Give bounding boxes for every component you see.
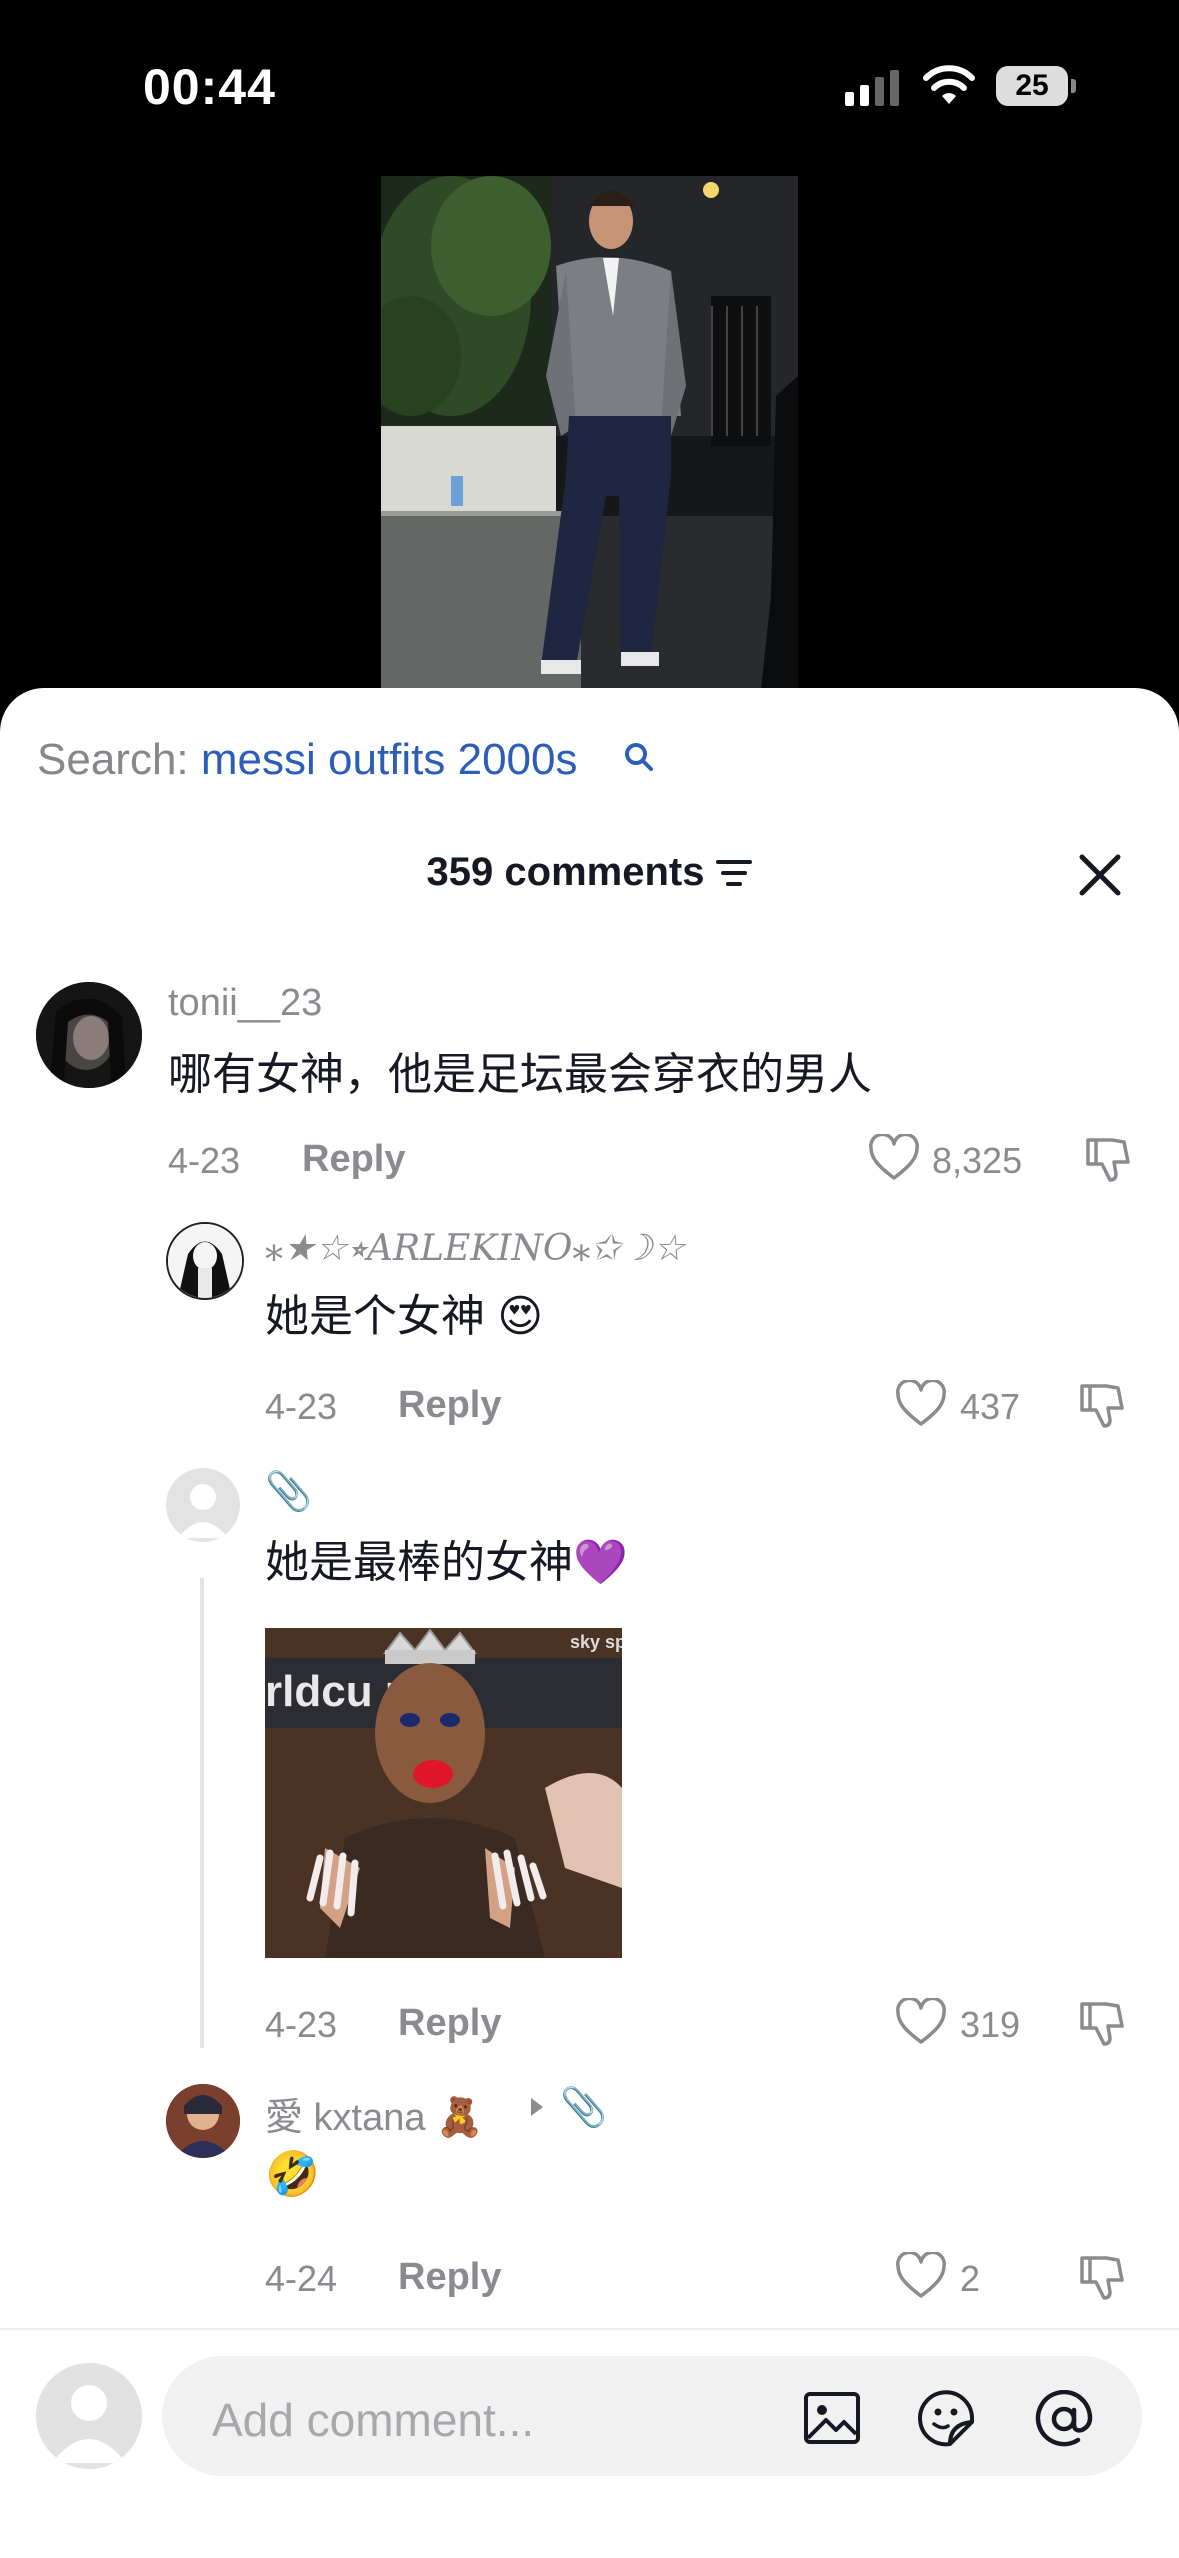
heart-icon[interactable] — [895, 2252, 947, 2300]
like-count: 2 — [960, 2258, 981, 2299]
heart-icon[interactable] — [895, 1998, 947, 2046]
heart-icon[interactable] — [895, 1380, 947, 1428]
comment-username[interactable]: 愛 kxtana 🧸 — [265, 2086, 483, 2141]
avatar[interactable] — [166, 1222, 244, 1300]
my-avatar[interactable] — [36, 2363, 142, 2469]
dislike-icon[interactable] — [1076, 1380, 1126, 1430]
comment-date: 4-23 — [265, 1386, 338, 1427]
comment-date: 4-23 — [168, 1140, 241, 1181]
reply-arrow-icon — [531, 2098, 543, 2116]
comment-username[interactable]: tonii__23 — [168, 982, 322, 1025]
video-frame-image — [381, 176, 798, 690]
dislike-icon[interactable] — [1076, 2252, 1126, 2302]
status-time: 00:44 — [143, 59, 276, 115]
reply-button[interactable]: Reply — [398, 2002, 501, 2045]
avatar[interactable] — [166, 2084, 240, 2158]
search-query-link[interactable]: messi outfits 2000s — [201, 735, 578, 784]
comments-header: 359 comments — [0, 850, 1179, 895]
close-icon[interactable] — [1076, 851, 1124, 899]
heart-icon[interactable] — [868, 1134, 920, 1182]
signal-icon — [845, 70, 899, 106]
dislike-icon[interactable] — [1082, 1134, 1132, 1184]
search-label: Search: — [37, 735, 189, 784]
add-comment-placeholder: Add comment... — [212, 2394, 535, 2446]
search-icon[interactable] — [623, 741, 655, 773]
comments-sheet: Search: messi outfits 2000s 359 comments — [0, 688, 1179, 2558]
add-comment-input[interactable]: Add comment... — [162, 2356, 1142, 2476]
image-icon[interactable] — [802, 2390, 862, 2446]
like-count: 319 — [960, 2004, 1021, 2045]
mention-icon[interactable] — [1034, 2390, 1094, 2448]
comment-text: 她是最棒的女神💜 — [265, 1538, 628, 1587]
thread-line — [200, 1578, 204, 2048]
like-count: 437 — [960, 1386, 1021, 1427]
video-preview[interactable] — [381, 176, 798, 690]
reply-button[interactable]: Reply — [398, 2256, 501, 2299]
comment-text: 🤣 — [265, 2150, 320, 2199]
like-count: 8,325 — [932, 1140, 1023, 1181]
gif-brand-text: sky sp — [570, 1632, 622, 1652]
wifi-icon — [923, 65, 975, 104]
avatar[interactable] — [36, 982, 142, 1088]
comment-date: 4-24 — [265, 2258, 338, 2299]
battery-indicator: 25 — [996, 66, 1076, 106]
reply-button[interactable]: Reply — [398, 1384, 501, 1427]
sort-icon[interactable] — [716, 858, 753, 888]
comment-username[interactable]: 📎 — [265, 1470, 312, 1514]
comment-date: 4-23 — [265, 2004, 338, 2045]
gif-attachment[interactable]: rldcu m sky sp — [265, 1628, 622, 1958]
comment-text: 她是个女神 😍 — [265, 1292, 544, 1341]
comments-count: 359 comments — [426, 850, 705, 894]
status-bar: 00:44 25 — [0, 0, 1179, 170]
sticker-icon[interactable] — [918, 2390, 978, 2448]
reply-to-username[interactable]: 📎 — [560, 2086, 607, 2130]
avatar[interactable] — [166, 1468, 240, 1542]
comment-composer: Add comment... — [0, 2328, 1179, 2558]
comment-text: 哪有女神，他是足坛最会穿衣的男人 — [168, 1050, 872, 1099]
comment-username[interactable]: ⁎★☆⭒ARLEKINO⁎✩☽☆ — [265, 1228, 685, 1270]
search-suggestion[interactable]: Search: messi outfits 2000s — [37, 735, 578, 785]
reply-button[interactable]: Reply — [302, 1138, 405, 1181]
dislike-icon[interactable] — [1076, 1998, 1126, 2048]
